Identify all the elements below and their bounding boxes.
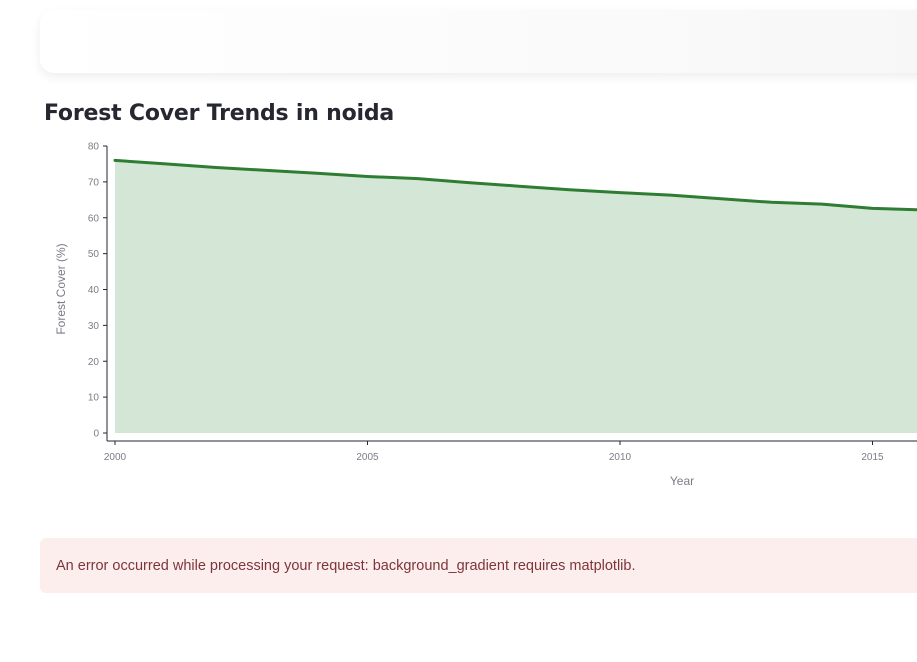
x-axis-title: Year [670,474,694,488]
x-tick-label: 2005 [356,452,379,463]
y-tick-label: 50 [88,249,100,260]
y-axis-title: Forest Cover (%) [54,243,68,334]
x-tick-label: 2015 [861,452,884,463]
y-tick-label: 40 [88,285,100,296]
y-tick-label: 80 [88,142,100,153]
y-tick-label: 60 [88,213,100,224]
x-tick-label: 2010 [609,452,632,463]
error-alert: An error occurred while processing your … [40,538,917,593]
area-fill [115,160,917,433]
y-tick-label: 70 [88,177,100,188]
forest-cover-chart: 0 10 20 30 40 50 60 70 80 2000 2005 2010 2015 Year For… [54,142,917,488]
header-card [40,10,917,73]
page: Forest Cover Trends in noida 0 10 20 30 40 50… [0,0,917,662]
error-message: An error occurred while processing your … [56,557,636,574]
y-tick-label: 10 [88,393,100,404]
x-tick-label: 2000 [104,452,127,463]
y-tick-label: 20 [88,357,100,368]
y-tick-label: 0 [93,429,99,440]
page-title: Forest Cover Trends in noida [44,101,395,126]
y-tick-label: 30 [88,321,100,332]
